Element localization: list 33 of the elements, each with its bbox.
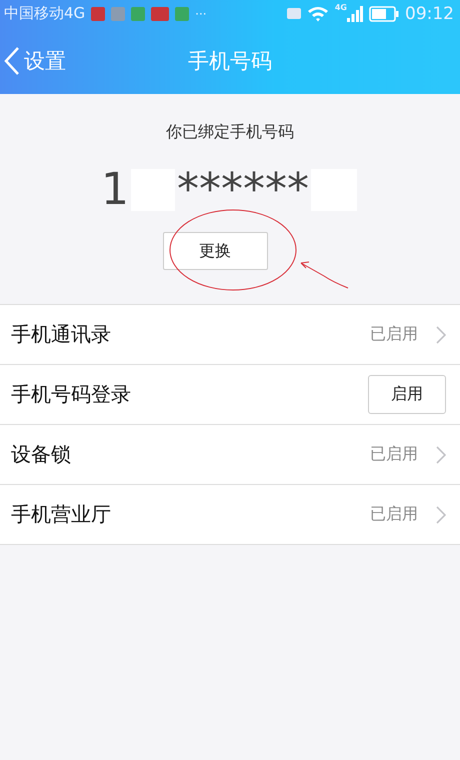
settings-row[interactable]: 手机号码登录 启用: [0, 365, 460, 425]
chevron-right-icon: [436, 326, 446, 344]
settings-row[interactable]: 手机通讯录 已启用: [0, 305, 460, 365]
row-label: 手机号码登录: [11, 381, 132, 408]
row-label: 手机通讯录: [11, 321, 112, 348]
notification-icon: [175, 6, 190, 20]
status-text: 已启用: [370, 444, 418, 465]
notification-icon: [91, 6, 106, 20]
phone-number-mask: ******: [177, 165, 309, 215]
settings-row[interactable]: 设备锁 已启用: [0, 425, 460, 485]
chevron-right-icon: [436, 506, 446, 524]
enable-button[interactable]: 启用: [368, 375, 446, 414]
notification-icon: [111, 6, 126, 20]
notification-icon: [131, 6, 146, 20]
notification-icon: [151, 6, 170, 20]
page-title: 手机号码: [188, 48, 272, 74]
row-label: 设备锁: [11, 441, 72, 468]
wifi-icon: [306, 6, 329, 22]
more-notifications: ···: [195, 6, 207, 20]
carrier-name: 中国移动4G: [4, 4, 86, 23]
back-chevron-icon: [4, 46, 20, 74]
row-label: 手机营业厅: [11, 501, 112, 528]
settings-row[interactable]: 手机营业厅 已启用: [0, 485, 460, 545]
clock: 09:12: [405, 4, 454, 24]
battery-icon: [369, 6, 399, 22]
network-type: 4G: [334, 3, 347, 12]
chevron-right-icon: [436, 446, 446, 464]
caption-text: 你已绑定手机号码: [166, 122, 294, 143]
status-text: 已启用: [370, 324, 418, 345]
signal-icon: [347, 6, 363, 22]
status-text: 已启用: [370, 504, 418, 525]
change-button[interactable]: 更换: [162, 232, 268, 270]
phone-number-digit: 1: [101, 165, 129, 215]
